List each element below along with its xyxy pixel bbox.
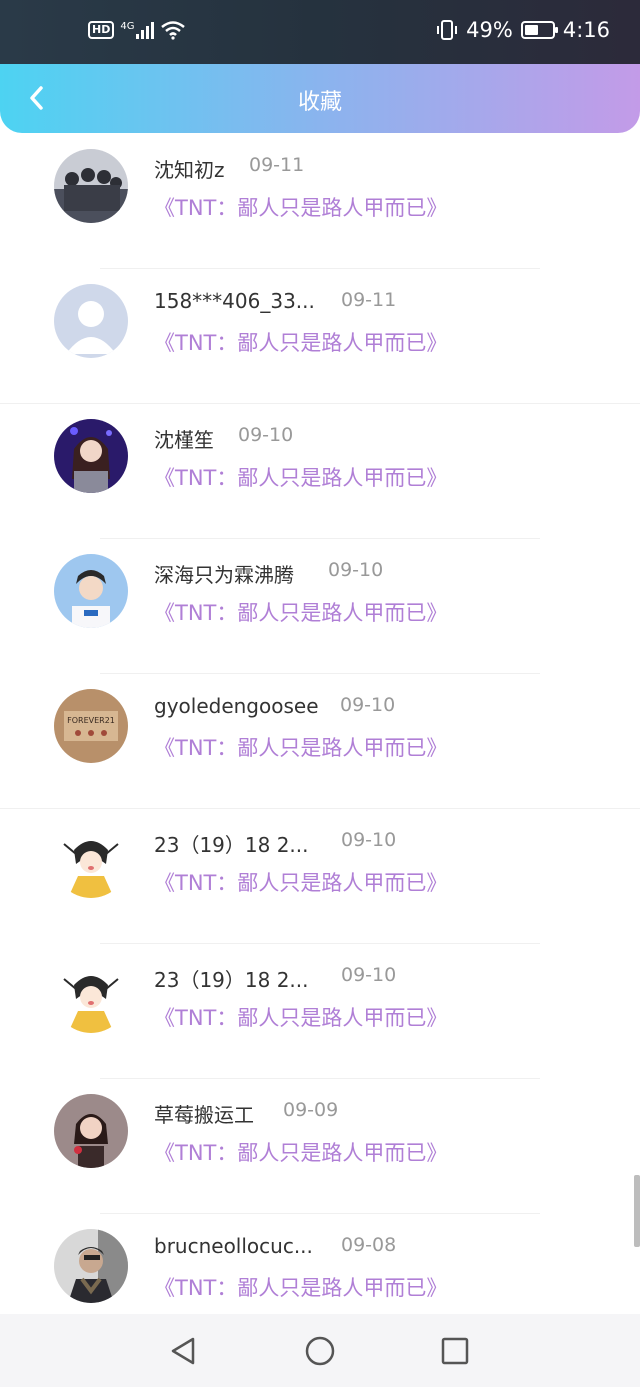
user-name[interactable]: 深海只为霖沸腾 [154,559,294,588]
story-title-link[interactable]: 《TNT：鄙人只是路人甲而已》 [154,327,447,357]
avatar[interactable] [54,1094,128,1168]
network-label: 4G [120,21,135,32]
favorite-date: 09-10 [341,829,397,851]
nav-home-button[interactable] [303,1334,337,1368]
favorite-date: 09-10 [340,694,396,716]
status-bar: HD 4G 49% 4:16 [0,0,640,64]
favorite-date: 09-08 [341,1234,397,1256]
avatar[interactable] [54,959,128,1033]
story-title-link[interactable]: 《TNT：鄙人只是路人甲而已》 [154,462,447,492]
app-header: 收藏 [0,64,640,133]
nav-back-button[interactable] [166,1334,200,1368]
avatar[interactable] [54,284,128,358]
user-name[interactable]: 158***406_33... [154,289,315,313]
system-nav-bar [0,1314,640,1387]
avatar[interactable] [54,419,128,493]
hd-badge: HD [88,21,115,39]
vibrate-icon [437,20,458,40]
user-name[interactable]: brucneollocuc... [154,1234,313,1258]
favorite-item[interactable]: 草莓搬运工 09-09 《TNT：鄙人只是路人甲而已》 [0,1079,640,1214]
avatar[interactable] [54,824,128,898]
story-title-link[interactable]: 《TNT：鄙人只是路人甲而已》 [154,1137,447,1167]
battery-percent: 49% [466,18,513,42]
status-right: 49% 4:16 [436,18,610,42]
story-title-link[interactable]: 《TNT：鄙人只是路人甲而已》 [154,732,447,762]
favorite-item[interactable]: 23（19）18 2... 09-10 《TNT：鄙人只是路人甲而已》 [0,809,640,944]
status-left: HD 4G [88,20,186,40]
favorites-list[interactable]: 沈知初z 09-11 《TNT：鄙人只是路人甲而已》 158***406_33... 0… [0,148,640,1314]
favorite-date: 09-09 [283,1099,339,1121]
avatar[interactable]: FOREVER21 [54,689,128,763]
triangle-back-icon [171,1337,195,1365]
story-title-link[interactable]: 《TNT：鄙人只是路人甲而已》 [154,192,447,222]
user-name[interactable]: 沈知初z [154,154,225,183]
favorite-date: 09-10 [328,559,384,581]
favorite-item[interactable]: 沈槿笙 09-10 《TNT：鄙人只是路人甲而已》 [0,404,640,539]
signal-icon: 4G [120,21,155,39]
favorite-date: 09-11 [341,289,397,311]
favorite-item[interactable]: brucneollocuc... 09-08 《TNT：鄙人只是路人甲而已》 [0,1214,640,1314]
clock: 4:16 [562,18,610,42]
favorite-date: 09-10 [341,964,397,986]
avatar[interactable] [54,1229,128,1303]
user-name[interactable]: 草莓搬运工 [154,1099,254,1128]
favorite-date: 09-11 [249,154,305,176]
user-name[interactable]: gyoledengoosee [154,694,319,718]
favorite-item[interactable]: 23（19）18 2... 09-10 《TNT：鄙人只是路人甲而已》 [0,944,640,1079]
user-name[interactable]: 23（19）18 2... [154,829,309,858]
avatar[interactable] [54,149,128,223]
favorite-item[interactable]: 深海只为霖沸腾 09-10 《TNT：鄙人只是路人甲而已》 [0,539,640,674]
square-recents-icon [441,1337,469,1365]
wifi-icon [161,21,186,40]
story-title-link[interactable]: 《TNT：鄙人只是路人甲而已》 [154,1002,447,1032]
avatar[interactable] [54,554,128,628]
story-title-link[interactable]: 《TNT：鄙人只是路人甲而已》 [154,867,447,897]
user-name[interactable]: 沈槿笙 [154,424,214,453]
scrollbar[interactable] [634,1175,640,1247]
svg-text:FOREVER21: FOREVER21 [67,716,115,725]
favorite-item[interactable]: 158***406_33... 09-11 《TNT：鄙人只是路人甲而已》 [0,269,640,404]
story-title-link[interactable]: 《TNT：鄙人只是路人甲而已》 [154,597,447,627]
battery-icon [520,21,558,39]
story-title-link[interactable]: 《TNT：鄙人只是路人甲而已》 [154,1272,447,1302]
battery-fill [524,25,538,35]
favorite-date: 09-10 [238,424,294,446]
page-title: 收藏 [297,90,342,115]
circle-home-icon [305,1336,335,1366]
favorite-item[interactable]: 沈知初z 09-11 《TNT：鄙人只是路人甲而已》 [0,148,640,269]
favorite-item[interactable]: FOREVER21 gyoledengoosee 09-10 《TNT：鄙人只是路人甲… [0,674,640,809]
nav-recents-button[interactable] [438,1334,472,1368]
user-name[interactable]: 23（19）18 2... [154,964,309,993]
